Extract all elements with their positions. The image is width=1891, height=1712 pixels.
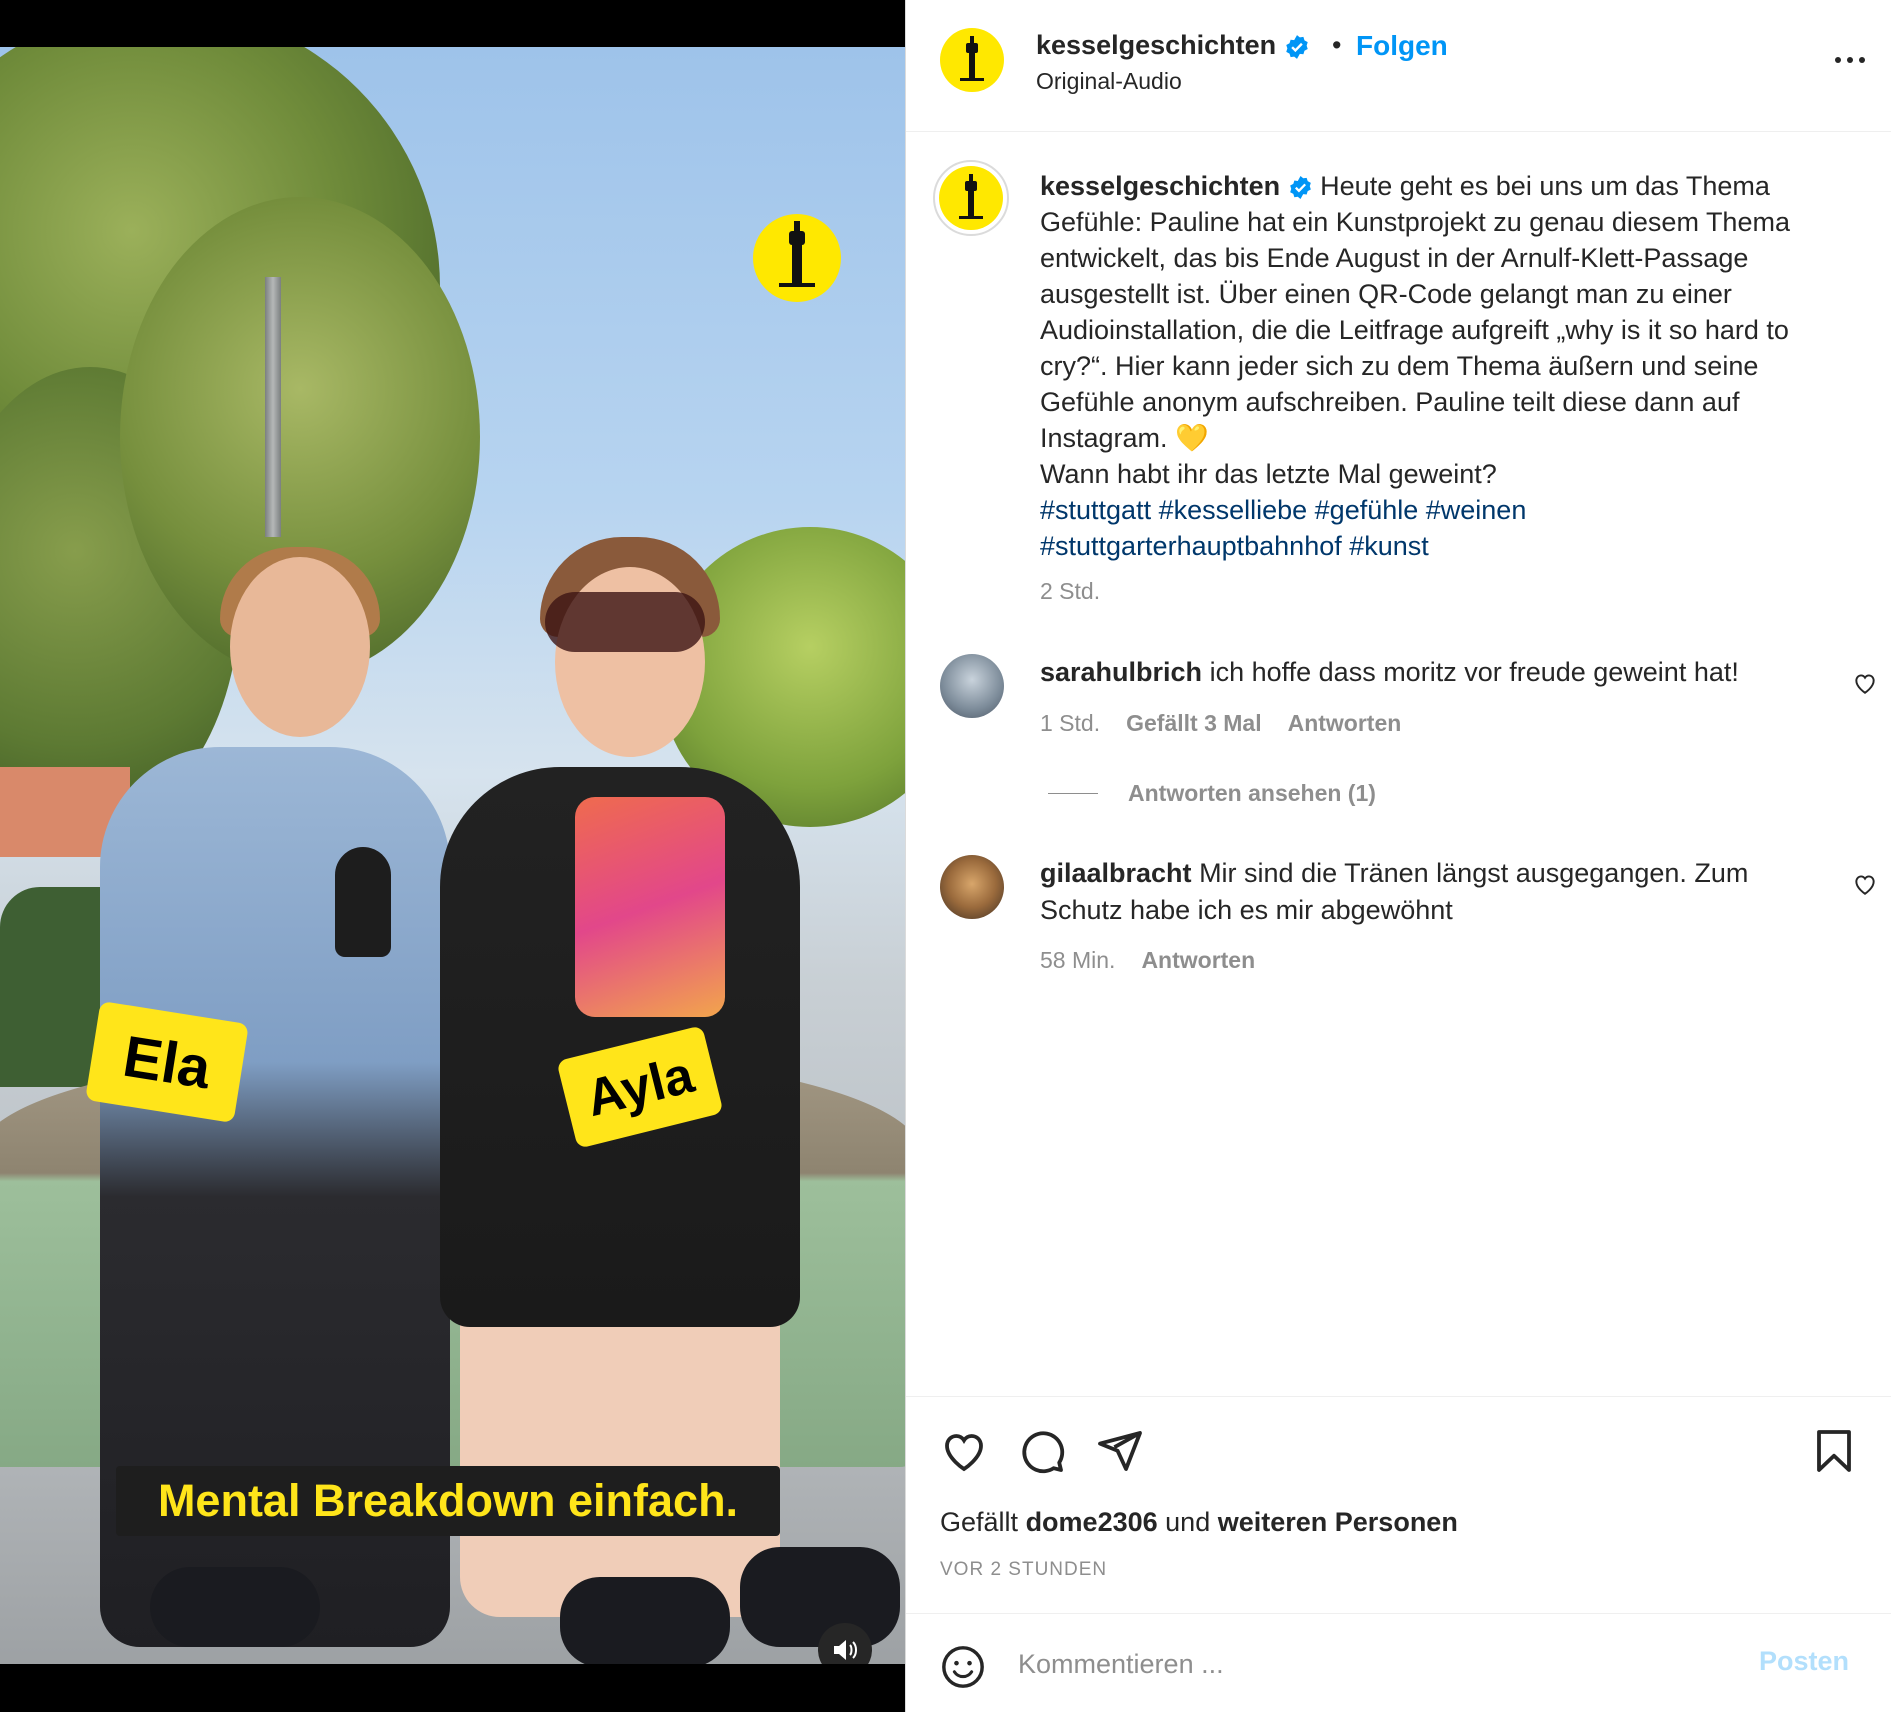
verified-badge-icon: [1289, 176, 1311, 200]
comment-icon[interactable]: [1018, 1427, 1066, 1475]
caption-hashtags[interactable]: #stuttgatt #kesselliebe #gefühle #weinen: [1040, 495, 1526, 525]
post-header: kesselgeschichten • Folgen Original-Audi…: [906, 0, 1891, 132]
commenter-username[interactable]: sarahulbrich: [1040, 657, 1202, 687]
caption-question: Wann habt ihr das letzte Mal geweint?: [1040, 459, 1497, 489]
caption-timestamp[interactable]: 2 Std.: [1040, 578, 1100, 605]
person-ela-face: [230, 557, 370, 737]
comment-timestamp[interactable]: 1 Std.: [1040, 710, 1100, 737]
caption-body: Heute geht es bei uns um das Thema Gefüh…: [1040, 171, 1790, 453]
comment-timestamp[interactable]: 58 Min.: [1040, 947, 1115, 974]
send-icon[interactable]: [1096, 1427, 1144, 1475]
author-username[interactable]: kesselgeschichten: [1036, 30, 1310, 61]
reply-button[interactable]: Antworten: [1141, 947, 1255, 974]
commenter-avatar[interactable]: [940, 654, 1004, 718]
tv-tower-logo-icon: [939, 166, 1003, 230]
separator-dot: •: [1332, 30, 1342, 60]
smiley-icon[interactable]: [940, 1644, 986, 1690]
comment-text: gilaalbracht Mir sind die Tränen längst …: [1040, 855, 1820, 929]
author-avatar[interactable]: [940, 28, 1004, 92]
person-ayla-shirt: [575, 797, 725, 1017]
shoe: [740, 1547, 900, 1647]
lamp-pole: [265, 277, 281, 537]
caption-author-avatar[interactable]: [933, 160, 1009, 236]
comment-meta: 1 Std. Gefällt 3 Mal Antworten: [1040, 710, 1401, 737]
reel-video-pane[interactable]: Ela Ayla Mental Breakdown einfach.: [0, 0, 905, 1712]
commenter-username[interactable]: gilaalbracht: [1040, 858, 1192, 888]
comment-likes[interactable]: Gefällt 3 Mal: [1126, 710, 1261, 737]
shoe: [150, 1567, 320, 1647]
likes-user[interactable]: dome2306: [1026, 1507, 1158, 1537]
post-action-bar: Gefällt dome2306 und weiteren Personen V…: [906, 1396, 1891, 1616]
heart-icon[interactable]: [940, 1427, 988, 1475]
more-horizontal-icon[interactable]: [1830, 40, 1870, 80]
reply-button[interactable]: Antworten: [1288, 710, 1402, 737]
caption-text: kesselgeschichten Heute geht es bei uns …: [1040, 168, 1860, 564]
tv-tower-logo-icon: [753, 214, 841, 302]
post-comment-button[interactable]: Posten: [1759, 1646, 1849, 1677]
caption-username[interactable]: kesselgeschichten: [1040, 171, 1280, 201]
shoe: [560, 1577, 730, 1664]
bookmark-icon[interactable]: [1810, 1427, 1858, 1475]
post-timestamp[interactable]: VOR 2 STUNDEN: [940, 1559, 1107, 1581]
video-subtitle: Mental Breakdown einfach.: [116, 1466, 780, 1536]
comment-input[interactable]: [1018, 1636, 1698, 1692]
likes-others[interactable]: weiteren Personen: [1218, 1507, 1458, 1537]
follow-button[interactable]: Folgen: [1356, 30, 1448, 62]
likes-summary[interactable]: Gefällt dome2306 und weiteren Personen: [940, 1507, 1458, 1538]
commenter-avatar[interactable]: [940, 855, 1004, 919]
reel-video[interactable]: Ela Ayla Mental Breakdown einfach.: [0, 47, 905, 1664]
caption-hashtags[interactable]: #stuttgarterhauptbahnhof #kunst: [1040, 531, 1429, 561]
comment-text: sarahulbrich ich hoffe dass moritz vor f…: [1040, 654, 1820, 691]
verified-badge-icon: [1285, 34, 1308, 59]
microphone: [335, 847, 391, 957]
post-side-pane: kesselgeschichten • Folgen Original-Audi…: [905, 0, 1891, 1712]
divider-line: [1048, 793, 1098, 794]
heart-icon[interactable]: [1852, 670, 1878, 696]
audio-label[interactable]: Original-Audio: [1036, 68, 1182, 95]
comment-body: ich hoffe dass moritz vor freude geweint…: [1209, 657, 1739, 687]
view-replies-button[interactable]: Antworten ansehen (1): [1048, 780, 1376, 807]
heart-icon[interactable]: [1852, 871, 1878, 897]
likes-prefix: Gefällt: [940, 1507, 1019, 1537]
likes-mid: und: [1165, 1507, 1211, 1537]
sunglasses: [545, 592, 705, 652]
comment-composer: Posten: [906, 1613, 1891, 1712]
author-username-text[interactable]: kesselgeschichten: [1036, 30, 1276, 60]
view-replies-label[interactable]: Antworten ansehen (1): [1128, 780, 1376, 807]
comment-meta: 58 Min. Antworten: [1040, 947, 1255, 974]
